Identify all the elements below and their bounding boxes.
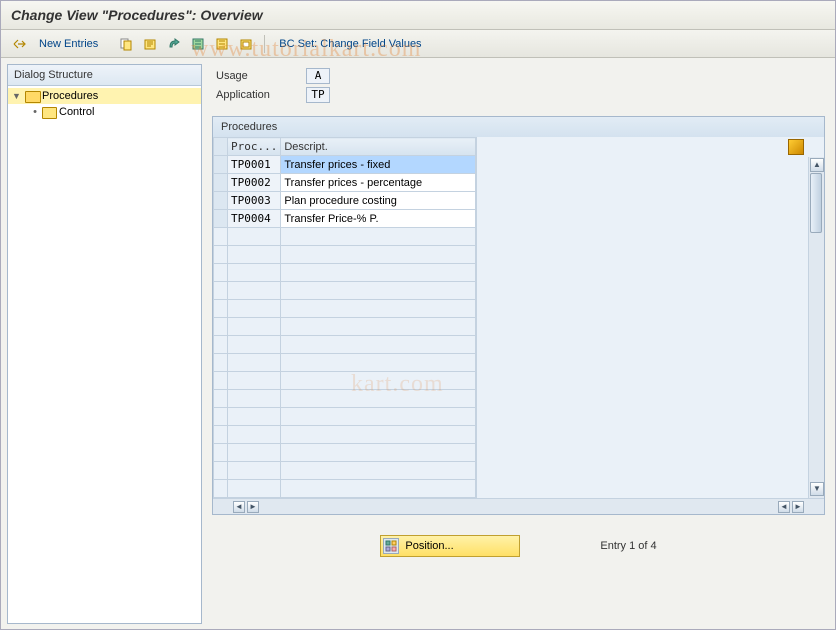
footer: Position... Entry 1 of 4 [208, 515, 829, 567]
folder-open-icon [25, 90, 39, 102]
tree-header: Dialog Structure [8, 65, 201, 86]
dialog-structure-panel: Dialog Structure ▼ Procedures • Control [7, 64, 202, 624]
tree-label: Control [59, 106, 94, 118]
table-row[interactable]: TP0002 Transfer prices - percentage [214, 174, 476, 192]
print-icon[interactable] [236, 34, 256, 54]
content-panel: Usage A Application TP Procedures Proc..… [208, 64, 829, 624]
usage-label: Usage [216, 70, 306, 82]
table-row[interactable]: TP0003 Plan procedure costing [214, 192, 476, 210]
col-proc-header[interactable]: Proc... [228, 138, 281, 156]
table-row-empty[interactable] [214, 228, 476, 246]
tree-body: ▼ Procedures • Control [8, 86, 201, 623]
hscroll-left-icon[interactable]: ◄ [233, 501, 245, 513]
table-row[interactable]: TP0001 Transfer prices - fixed [214, 156, 476, 174]
table-row-empty[interactable] [214, 336, 476, 354]
cell-desc[interactable]: Transfer prices - percentage [281, 174, 476, 192]
table-title: Procedures [213, 117, 824, 137]
vertical-scrollbar[interactable]: ▲ ▼ [808, 157, 824, 498]
table-row-empty[interactable] [214, 444, 476, 462]
hscroll-right-icon[interactable]: ► [247, 501, 259, 513]
row-selector[interactable] [214, 174, 228, 192]
procedures-table: Proc... Descript. TP0001 Transfer prices… [213, 137, 476, 498]
table-row-empty[interactable] [214, 318, 476, 336]
row-selector[interactable] [214, 156, 228, 174]
table-row-empty[interactable] [214, 354, 476, 372]
copy-icon[interactable] [116, 34, 136, 54]
position-button[interactable]: Position... [380, 535, 520, 557]
tree-item-control[interactable]: • Control [8, 104, 201, 120]
hscroll-left2-icon[interactable]: ◄ [778, 501, 790, 513]
scroll-thumb[interactable] [810, 173, 822, 233]
row-selector[interactable] [214, 210, 228, 228]
cell-desc[interactable]: Plan procedure costing [281, 192, 476, 210]
form-area: Usage A Application TP [208, 64, 829, 116]
scroll-up-icon[interactable]: ▲ [810, 158, 824, 172]
table-row-empty[interactable] [214, 282, 476, 300]
table-row-empty[interactable] [214, 408, 476, 426]
title-bar: Change View "Procedures": Overview [1, 1, 835, 30]
table-empty-area: ▲ ▼ [476, 137, 824, 498]
cell-proc[interactable]: TP0003 [228, 192, 281, 210]
toggle-icon[interactable] [9, 34, 29, 54]
cell-proc[interactable]: TP0002 [228, 174, 281, 192]
cell-desc[interactable]: Transfer Price-% P. [281, 210, 476, 228]
tree-label: Procedures [42, 90, 98, 102]
horizontal-scrollbar: ◄ ► ◄ ► [213, 498, 824, 514]
toolbar: New Entries BC Set: Change Field Values [1, 30, 835, 58]
table-config-icon[interactable] [788, 139, 804, 155]
main-area: Dialog Structure ▼ Procedures • Control … [1, 58, 835, 630]
cell-proc[interactable]: TP0004 [228, 210, 281, 228]
table-row-empty[interactable] [214, 246, 476, 264]
deselect-all-icon[interactable] [212, 34, 232, 54]
row-selector[interactable] [214, 192, 228, 210]
usage-field[interactable]: A [306, 68, 330, 84]
procedures-table-container: Procedures Proc... Descript. TP0001 Tran… [212, 116, 825, 515]
table-row-empty[interactable] [214, 372, 476, 390]
cell-desc[interactable]: Transfer prices - fixed [281, 156, 476, 174]
table-row-empty[interactable] [214, 480, 476, 498]
bc-set-button[interactable]: BC Set: Change Field Values [279, 38, 421, 50]
tree-bullet-icon: • [31, 106, 39, 118]
cell-proc[interactable]: TP0001 [228, 156, 281, 174]
scroll-down-icon[interactable]: ▼ [810, 482, 824, 496]
application-label: Application [216, 89, 306, 101]
page-title: Change View "Procedures": Overview [11, 7, 825, 23]
table-row-empty[interactable] [214, 264, 476, 282]
select-all-icon[interactable] [188, 34, 208, 54]
tree-expand-icon[interactable]: ▼ [12, 91, 22, 101]
table-row-empty[interactable] [214, 390, 476, 408]
entry-counter: Entry 1 of 4 [600, 540, 656, 552]
position-label: Position... [405, 540, 453, 552]
folder-closed-icon [42, 106, 56, 118]
undo-icon[interactable] [140, 34, 160, 54]
tree-item-procedures[interactable]: ▼ Procedures [8, 88, 201, 104]
row-header-col [214, 138, 228, 156]
position-icon [383, 538, 399, 554]
table-row-empty[interactable] [214, 426, 476, 444]
delimit-icon[interactable] [164, 34, 184, 54]
col-desc-header[interactable]: Descript. [281, 138, 476, 156]
table-row-empty[interactable] [214, 300, 476, 318]
hscroll-right2-icon[interactable]: ► [792, 501, 804, 513]
table-row[interactable]: TP0004 Transfer Price-% P. [214, 210, 476, 228]
table-row-empty[interactable] [214, 462, 476, 480]
toolbar-separator [264, 35, 265, 53]
application-field[interactable]: TP [306, 87, 330, 103]
new-entries-button[interactable]: New Entries [33, 36, 104, 52]
